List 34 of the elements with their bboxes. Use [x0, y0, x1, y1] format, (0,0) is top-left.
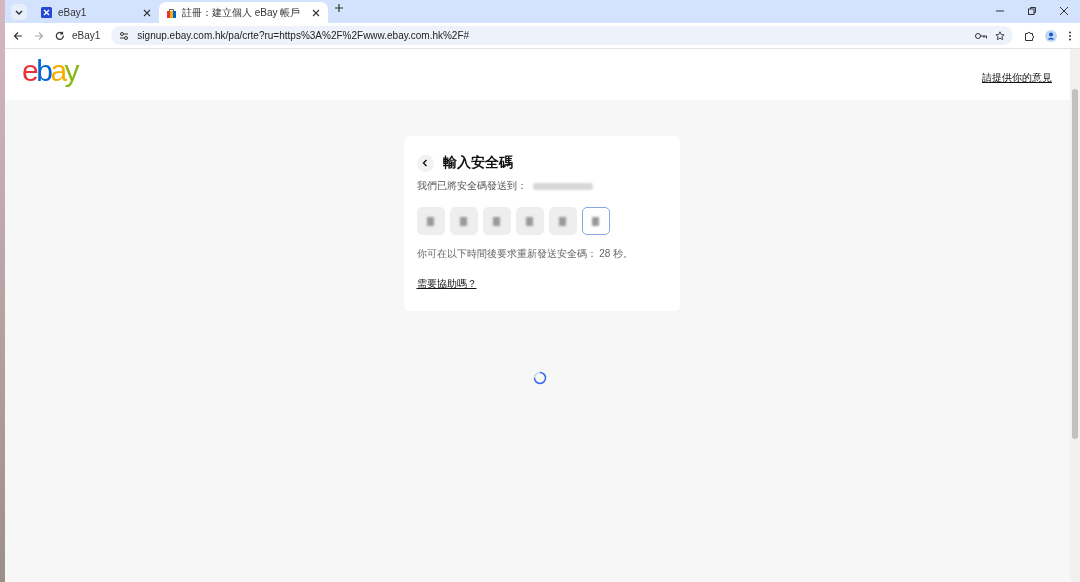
site-settings-icon[interactable]	[119, 30, 130, 41]
resend-countdown-text: 你可在以下時間後要求重新發送安全碼： 28 秒。	[416, 247, 635, 261]
restore-icon[interactable]	[1027, 6, 1037, 16]
tab-title: 註冊：建立個人 eBay 帳戶	[182, 5, 301, 20]
back-button[interactable]	[416, 154, 434, 172]
help-link[interactable]: 需要協助嗎？	[416, 277, 477, 291]
close-icon[interactable]	[1059, 6, 1069, 16]
reload-icon[interactable]	[55, 30, 65, 41]
card-title: 輸入安全碼	[442, 154, 513, 172]
app-icon	[41, 7, 52, 18]
sent-to-text: 我們已將安全碼發送到：	[416, 179, 527, 193]
url-text: signup.ebay.com.hk/pa/crte?ru=https%3A%2F%2Fwww.ebay.com.hk%2F#	[137, 30, 470, 41]
ebay-logo[interactable]: ebay	[22, 55, 78, 86]
close-tab-icon[interactable]	[143, 8, 151, 17]
chevron-left-icon	[421, 159, 429, 167]
plus-icon	[334, 3, 345, 13]
browser-tab[interactable]: eBay1	[33, 2, 159, 23]
feedback-link[interactable]: 請提供你的意見	[982, 70, 1052, 85]
address-bar[interactable]: signup.ebay.com.hk/pa/crte?ru=https%3A%2F%2Fwww.ebay.com.hk%2F#	[111, 26, 1013, 45]
caret-icon	[14, 7, 24, 17]
tab-list-button[interactable]	[11, 4, 27, 20]
menu-icon[interactable]	[1068, 30, 1072, 41]
code-digit-field[interactable]	[581, 207, 610, 235]
bag-icon	[167, 7, 176, 18]
profile-icon[interactable]	[1045, 29, 1057, 42]
browser-tab[interactable]: 註冊：建立個人 eBay 帳戶	[159, 2, 329, 23]
key-icon[interactable]	[975, 31, 987, 40]
back-icon[interactable]	[13, 30, 23, 41]
star-icon[interactable]	[995, 30, 1005, 41]
scrollbar[interactable]	[1070, 49, 1080, 582]
extensions-icon[interactable]	[1024, 30, 1034, 41]
tab-title: eBay1	[58, 7, 87, 18]
close-tab-icon[interactable]	[312, 8, 321, 17]
profile-chip[interactable]: eBay1	[72, 30, 101, 41]
